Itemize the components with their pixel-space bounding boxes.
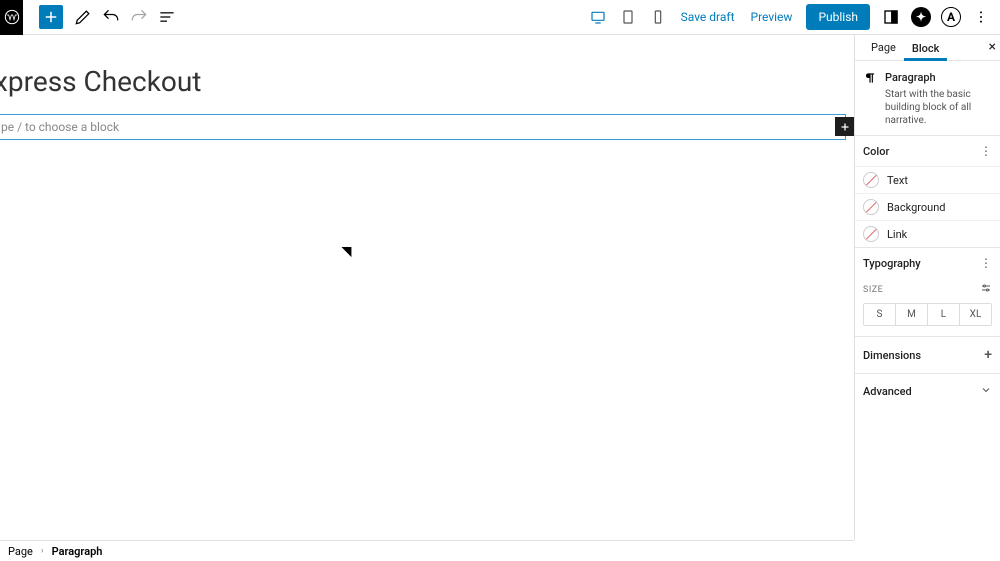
custom-size-icon[interactable] [980, 282, 992, 297]
wordpress-logo-icon[interactable] [0, 0, 23, 35]
add-block-button[interactable] [39, 5, 63, 29]
advanced-panel: Advanced [855, 373, 1000, 409]
size-button-group: S M L XL [863, 303, 992, 326]
edit-tool-icon[interactable] [71, 5, 95, 29]
inline-add-block-button[interactable] [835, 117, 854, 136]
mouse-cursor-icon: ◥ [342, 244, 351, 258]
color-swatch-icon [863, 172, 879, 188]
block-header-text: Paragraph Start with the basic building … [885, 71, 992, 127]
preview-button[interactable]: Preview [743, 10, 801, 24]
toolbar-right: Save draft Preview Publish ✦ A [583, 2, 1000, 32]
size-l-button[interactable]: L [928, 304, 960, 325]
close-sidebar-icon[interactable]: × [989, 39, 996, 55]
size-xl-button[interactable]: XL [960, 304, 991, 325]
editor-canvas: xpress Checkout ◥ [0, 35, 854, 540]
paragraph-block [0, 114, 854, 140]
block-input[interactable] [0, 114, 846, 140]
color-text-row[interactable]: Text [855, 166, 1000, 193]
toolbar-left [0, 0, 181, 34]
sidebar-tabs: Page Block × [855, 35, 1000, 61]
size-m-button[interactable]: M [896, 304, 928, 325]
font-size-control: SIZE S M L XL [855, 278, 1000, 336]
tablet-view-icon[interactable] [613, 2, 643, 32]
color-swatch-icon [863, 199, 879, 215]
color-options-icon[interactable]: ⋮ [980, 144, 992, 158]
color-link-label: Link [887, 228, 907, 241]
desktop-view-icon[interactable] [583, 2, 613, 32]
typography-options-icon[interactable]: ⋮ [980, 256, 992, 270]
more-options-icon[interactable] [966, 2, 996, 32]
chevron-down-icon[interactable] [980, 384, 992, 399]
typography-panel-title[interactable]: Typography ⋮ [855, 248, 1000, 278]
dimensions-panel: Dimensions + [855, 336, 1000, 373]
advanced-row[interactable]: Advanced [855, 374, 1000, 409]
mobile-view-icon[interactable] [643, 2, 673, 32]
jetpack-icon[interactable]: ✦ [906, 2, 936, 32]
advanced-label: Advanced [863, 385, 912, 398]
block-description: Start with the basic building block of a… [885, 88, 992, 127]
dimensions-label: Dimensions [863, 349, 921, 362]
breadcrumb-root[interactable]: Page [8, 545, 33, 558]
typography-title-label: Typography [863, 257, 921, 270]
top-toolbar: Save draft Preview Publish ✦ A [0, 0, 1000, 35]
page-title[interactable]: xpress Checkout [0, 35, 854, 98]
color-title-label: Color [863, 145, 889, 158]
color-link-row[interactable]: Link [855, 220, 1000, 247]
settings-panel-icon[interactable] [876, 2, 906, 32]
dimensions-row[interactable]: Dimensions + [855, 337, 1000, 373]
tab-page[interactable]: Page [863, 35, 904, 60]
size-label: SIZE [863, 285, 883, 295]
paragraph-icon [863, 71, 877, 127]
color-background-label: Background [887, 201, 945, 214]
breadcrumb: Page › Paragraph [0, 540, 854, 561]
size-s-button[interactable]: S [864, 304, 896, 325]
breadcrumb-separator-icon: › [41, 546, 44, 556]
color-panel-title[interactable]: Color ⋮ [855, 136, 1000, 166]
plugins-icon[interactable]: A [936, 2, 966, 32]
color-background-row[interactable]: Background [855, 193, 1000, 220]
publish-button[interactable]: Publish [806, 4, 870, 30]
tab-block[interactable]: Block [904, 36, 947, 61]
settings-sidebar: Page Block × Paragraph Start with the ba… [854, 35, 1000, 540]
add-dimensions-icon[interactable]: + [984, 347, 992, 363]
color-panel: Color ⋮ Text Background Link [855, 135, 1000, 247]
breadcrumb-current[interactable]: Paragraph [52, 545, 103, 558]
typography-panel: Typography ⋮ SIZE S M L XL [855, 247, 1000, 336]
document-outline-icon[interactable] [155, 5, 179, 29]
redo-icon[interactable] [127, 5, 151, 29]
main-area: xpress Checkout ◥ Page Block × Paragraph… [0, 35, 1000, 540]
color-swatch-icon [863, 226, 879, 242]
block-header: Paragraph Start with the basic building … [855, 61, 1000, 135]
color-text-label: Text [887, 174, 908, 187]
save-draft-button[interactable]: Save draft [673, 10, 743, 24]
undo-icon[interactable] [99, 5, 123, 29]
block-name: Paragraph [885, 71, 992, 84]
